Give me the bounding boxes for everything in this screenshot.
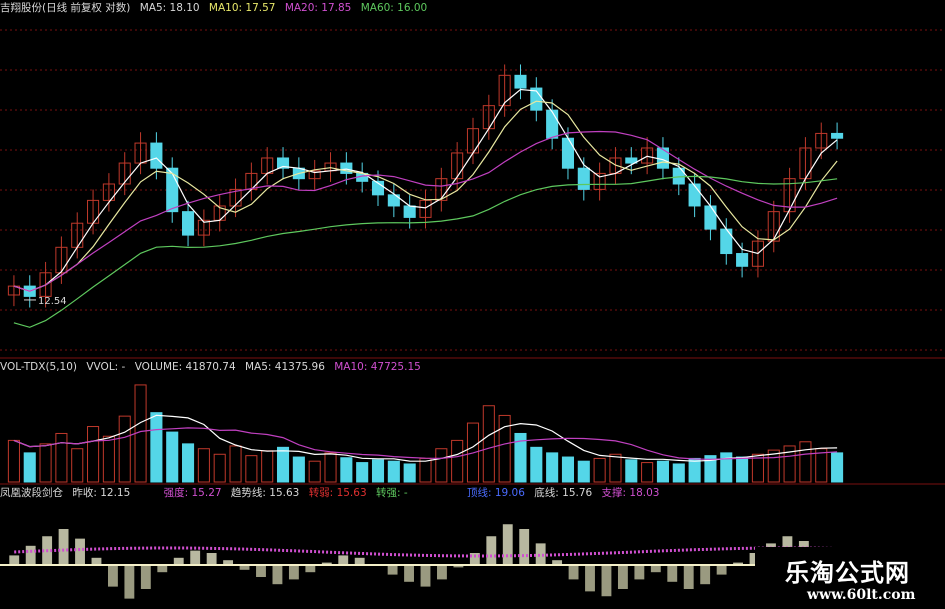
volume-bar <box>625 459 638 483</box>
volume-bar <box>87 426 100 483</box>
volume-bar <box>672 463 685 483</box>
volume-bar <box>387 460 400 483</box>
volume-bar <box>419 457 432 483</box>
candle-body <box>546 109 559 139</box>
volume-ma5-line <box>13 414 838 462</box>
volume-bar <box>736 456 749 483</box>
watermark-url: www.60lt.com <box>807 587 916 603</box>
volume-bar <box>593 457 606 483</box>
candle-body <box>514 74 527 89</box>
candle-body <box>150 142 163 169</box>
volume-bar <box>23 452 36 483</box>
volume-bar <box>371 459 385 483</box>
volume-bar <box>292 456 305 483</box>
volume-bar <box>213 453 226 483</box>
volume-bar <box>340 457 353 483</box>
volume-bar <box>118 415 131 483</box>
volume-bar <box>641 462 654 483</box>
volume-bar <box>7 439 20 483</box>
candle-body <box>561 137 575 169</box>
volume-bar <box>720 452 733 483</box>
candle-body <box>688 183 701 207</box>
candle-body <box>577 167 590 190</box>
watermark: 乐淘公式网 www.60lt.com <box>755 547 945 609</box>
volume-bar <box>451 439 464 483</box>
volume-bar <box>55 432 68 483</box>
candle-body <box>736 253 749 267</box>
candle-body <box>656 147 669 169</box>
volume-bar <box>435 448 448 483</box>
volume-bar <box>530 446 543 483</box>
volume-bar <box>609 453 622 483</box>
volume-bar <box>688 457 701 483</box>
candle-body <box>704 205 717 230</box>
stock-chart: 12.54 <box>0 29 945 599</box>
volume-bar <box>403 463 416 483</box>
volume-bar <box>561 456 575 483</box>
volume-bar <box>261 450 274 483</box>
candle-body <box>831 132 844 139</box>
volume-bar <box>656 460 669 483</box>
volume-bar <box>150 412 163 483</box>
volume-bar <box>356 462 369 483</box>
volume-bar <box>102 435 115 483</box>
volume-bar <box>324 452 337 483</box>
volume-bar <box>39 443 52 483</box>
low-marker-label: 12.54 <box>38 296 67 307</box>
volume-bar <box>166 431 179 483</box>
candle-body <box>720 228 733 255</box>
indicator-trend-line <box>14 546 837 558</box>
volume-bar <box>71 448 84 483</box>
volume-bar <box>577 460 590 483</box>
volume-bar <box>799 441 812 483</box>
volume-bar <box>229 445 242 483</box>
volume-bar <box>245 455 258 483</box>
volume-bar <box>182 443 195 483</box>
volume-bar <box>276 446 290 483</box>
candle-body <box>403 205 416 218</box>
volume-bar <box>831 452 844 483</box>
candle-body <box>182 211 195 236</box>
volume-bar <box>197 448 210 483</box>
volume-bar <box>308 460 321 483</box>
volume-bar <box>482 405 495 483</box>
watermark-title: 乐淘公式网 <box>785 559 910 587</box>
volume-ma10-line <box>13 427 838 460</box>
volume-bar <box>546 452 559 483</box>
